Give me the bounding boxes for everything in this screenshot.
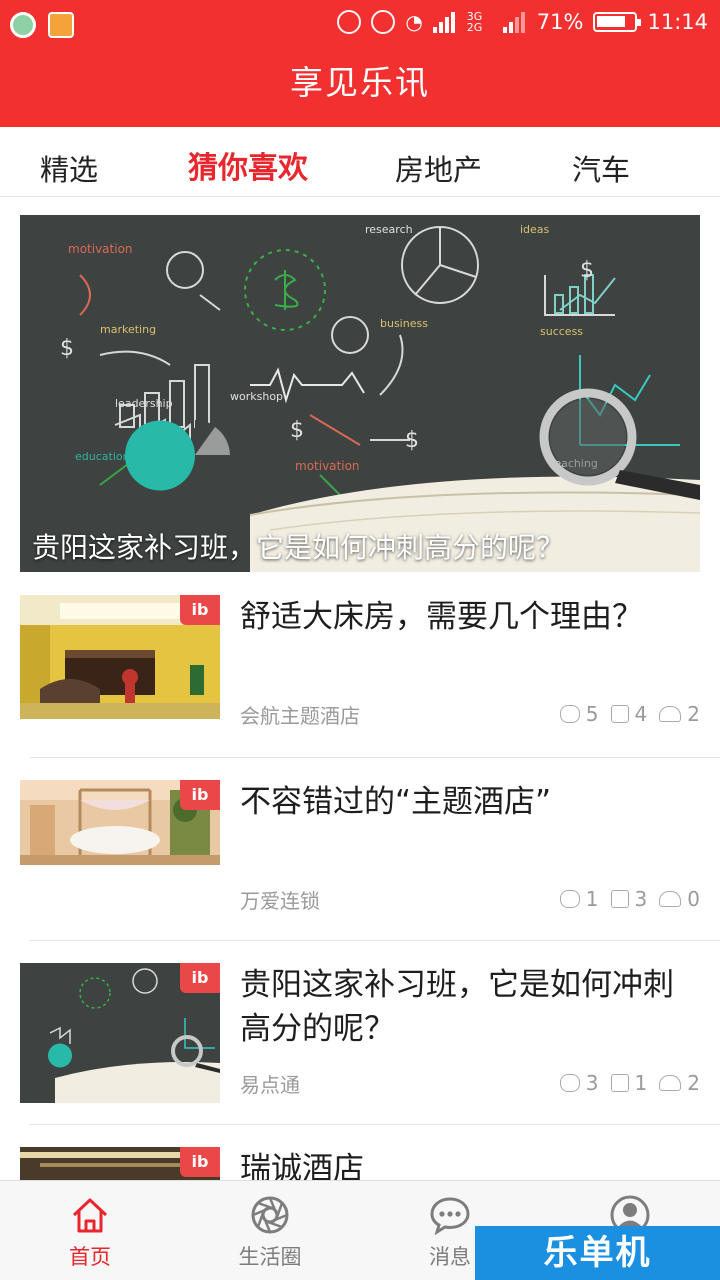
article-stats: 3 1 2 <box>554 1071 700 1095</box>
status-bar: ◔ 3G 2G 71% 11:14 <box>0 0 720 52</box>
comment-count: 3 <box>585 1071 599 1095</box>
thumbnail-tag: ib <box>180 963 220 993</box>
svg-text:marketing: marketing <box>100 323 156 336</box>
svg-text:leadership: leadership <box>115 397 173 410</box>
page-title: 享见乐讯 <box>290 63 430 102</box>
svg-text:business: business <box>380 317 428 330</box>
chalkboard-image: motivation motivation research business … <box>20 215 700 572</box>
article-stats: 1 3 0 <box>554 887 700 911</box>
battery-percent: 71% <box>536 10 584 34</box>
network-type: 3G 2G <box>466 10 483 34</box>
svg-text:$: $ <box>60 336 74 361</box>
list-item[interactable]: ib 瑞诚酒店 <box>0 1147 720 1180</box>
svg-text:success: success <box>540 325 583 338</box>
svg-text:ideas: ideas <box>520 223 550 236</box>
divider <box>30 940 720 941</box>
tab-recommended[interactable]: 猜你喜欢 <box>188 143 308 187</box>
article-thumbnail: ib <box>20 963 220 1103</box>
like-icon <box>610 705 629 723</box>
nav-home[interactable]: 首页 <box>0 1181 180 1280</box>
wifi-icon: ◔ <box>405 10 423 34</box>
thumbnail-tag: ib <box>180 780 220 810</box>
share-count: 2 <box>687 702 700 726</box>
comment-count: 5 <box>585 702 599 726</box>
banner-title: 贵阳这家补习班，它是如何冲刺高分的呢？ <box>32 531 565 564</box>
svg-text:$: $ <box>290 418 304 443</box>
comment-icon <box>559 890 580 908</box>
headphones-icon <box>371 10 396 34</box>
article-source: 易点通 <box>240 1073 300 1097</box>
like-count: 4 <box>634 702 648 726</box>
article-source: 会航主题酒店 <box>240 704 360 728</box>
article-source: 万爱连锁 <box>240 889 320 913</box>
article-thumbnail: ib <box>20 595 220 719</box>
article-title: 不容错过的“主题酒店” <box>240 784 552 820</box>
category-tabs: 精选 猜你喜欢 房地产 汽车 <box>0 127 720 197</box>
watermark-logo: 乐单机 <box>475 1226 720 1280</box>
share-icon <box>659 1075 682 1091</box>
signal-icon <box>502 11 527 33</box>
message-icon <box>430 1197 470 1235</box>
nav-label: 首页 <box>69 1245 111 1269</box>
tab-featured[interactable]: 精选 <box>40 147 98 189</box>
article-thumbnail: ib <box>20 780 220 865</box>
article-stats: 5 4 2 <box>554 702 700 726</box>
like-icon <box>610 890 629 908</box>
share-count: 0 <box>687 887 700 911</box>
list-item[interactable]: ib 舒适大床房，需要几个理由？ 会航主题酒店 5 4 2 <box>0 595 720 755</box>
aperture-icon <box>251 1196 289 1234</box>
share-count: 2 <box>687 1071 700 1095</box>
home-icon <box>72 1198 108 1233</box>
list-item[interactable]: ib 不容错过的“主题酒店” 万爱连锁 1 3 0 <box>0 780 720 940</box>
comment-count: 1 <box>585 887 599 911</box>
tab-real-estate[interactable]: 房地产 <box>395 147 482 189</box>
share-icon <box>659 891 682 907</box>
tab-automobile[interactable]: 汽车 <box>572 147 630 189</box>
thumbnail-tag: ib <box>180 595 220 625</box>
nav-life-circle[interactable]: 生活圈 <box>180 1181 360 1280</box>
article-title: 瑞诚酒店 <box>240 1151 364 1180</box>
notification-app-icon <box>48 12 74 38</box>
divider <box>30 757 720 758</box>
share-icon <box>659 706 682 722</box>
featured-banner[interactable]: motivation motivation research business … <box>20 215 700 572</box>
svg-text:$: $ <box>405 428 419 453</box>
article-title: 舒适大床房，需要几个理由？ <box>240 599 643 635</box>
nav-label: 生活圈 <box>238 1245 302 1269</box>
alarm-icon <box>337 10 362 34</box>
svg-text:education: education <box>75 450 130 463</box>
svg-text:research: research <box>365 223 413 236</box>
article-thumbnail: ib <box>20 1147 220 1180</box>
clock: 11:14 <box>647 10 708 34</box>
comment-icon <box>559 705 580 723</box>
like-count: 1 <box>634 1071 648 1095</box>
divider <box>30 1124 720 1125</box>
battery-icon <box>593 12 642 32</box>
list-item[interactable]: ib 贵阳这家补习班，它是如何冲刺高分的呢？ 易点通 3 1 2 <box>0 963 720 1113</box>
thumbnail-tag: ib <box>180 1147 220 1177</box>
like-count: 3 <box>634 887 648 911</box>
svg-text:motivation: motivation <box>295 459 360 473</box>
like-icon <box>610 1074 629 1092</box>
svg-text:workshop: workshop <box>230 390 283 403</box>
svg-text:$: $ <box>580 258 594 283</box>
svg-text:motivation: motivation <box>68 242 133 256</box>
app-header: ◔ 3G 2G 71% 11:14 享见乐讯 <box>0 0 720 127</box>
article-title: 贵阳这家补习班，它是如何冲刺高分的呢？ <box>240 967 674 1047</box>
comment-icon <box>559 1074 580 1092</box>
notification-app-icon <box>10 12 36 38</box>
signal-icon <box>432 11 457 33</box>
